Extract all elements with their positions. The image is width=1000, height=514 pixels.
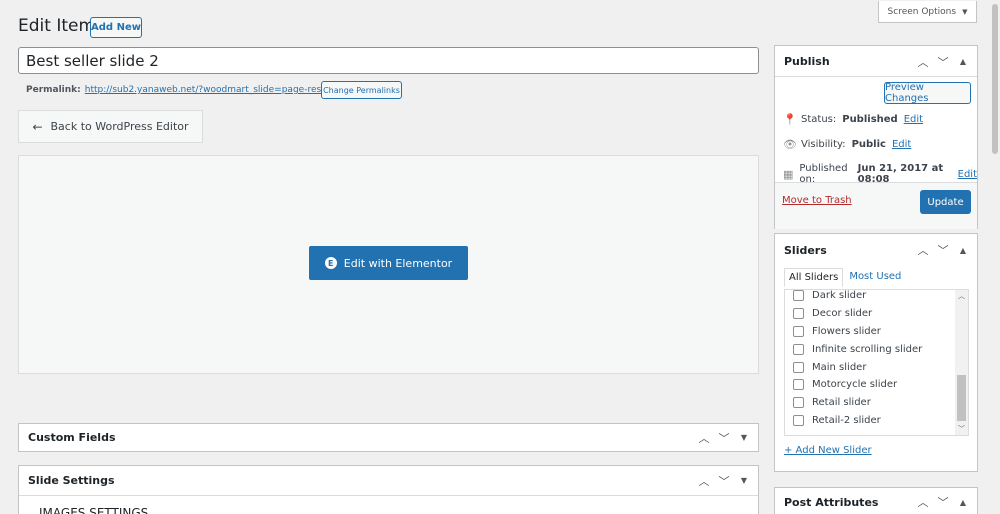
add-new-slider-link[interactable]: + Add New Slider	[784, 445, 872, 456]
toggle-panel-icon[interactable]: ▼	[738, 433, 750, 442]
slider-checkbox-item[interactable]: Infinite scrolling slider	[785, 340, 954, 358]
slider-label: Main slider	[812, 361, 867, 373]
toggle-panel-icon[interactable]: ▼	[738, 476, 750, 485]
update-button[interactable]: Update	[920, 190, 971, 214]
elementor-icon: E	[324, 257, 337, 269]
checkbox[interactable]	[793, 414, 804, 426]
visibility-row: 👁 Visibility: Public Edit	[783, 138, 911, 151]
page-title: Edit Item	[18, 16, 96, 36]
permalink-label: Permalink:	[26, 85, 81, 95]
chevron-down-icon[interactable]: ﹀	[937, 54, 949, 70]
checkbox[interactable]	[793, 379, 804, 391]
status-row: 📍 Status: Published Edit	[783, 113, 923, 126]
tab-all-sliders[interactable]: All Sliders	[784, 268, 844, 287]
slider-label: Dark slider	[812, 290, 867, 302]
slide-settings-box: Slide Settings ︿ ﹀ ▼ IMAGES SETTINGS	[18, 465, 759, 514]
scrollbar-thumb[interactable]	[957, 375, 966, 421]
chevron-up-icon[interactable]: ︿	[917, 494, 929, 510]
post-title-input[interactable]	[18, 47, 759, 74]
edit-with-elementor-button[interactable]: E Edit with Elementor	[309, 246, 468, 280]
add-new-button[interactable]: Add New	[90, 17, 142, 38]
screen-options-button[interactable]: Screen Options ▼	[878, 1, 977, 23]
published-on-edit-link[interactable]: Edit	[958, 169, 977, 180]
checkbox[interactable]	[793, 325, 804, 337]
chevron-down-icon[interactable]: ﹀	[937, 494, 949, 510]
checkbox[interactable]	[793, 290, 804, 302]
slider-label: Retail-2 slider	[812, 414, 881, 426]
slider-checkbox-item[interactable]: Retail slider	[785, 394, 954, 412]
post-attributes-title: Post Attributes	[784, 495, 879, 509]
sliders-box: Sliders ︿ ﹀ ▲ All Sliders Most Used Dark…	[774, 233, 978, 472]
visibility-label: Visibility:	[801, 139, 846, 150]
caret-down-icon: ▼	[962, 7, 968, 16]
custom-fields-title[interactable]: Custom Fields	[28, 424, 116, 451]
slider-label: Decor slider	[812, 308, 873, 320]
chevron-up-icon[interactable]: ︿	[917, 242, 929, 258]
permalink-row: Permalink: http://sub2.yanaweb.net/?wood…	[26, 82, 350, 98]
sliders-checklist: Dark slider Decor slider Flowers slider Inf…	[784, 289, 969, 436]
page-scrollbar[interactable]	[990, 0, 1000, 514]
custom-fields-box: Custom Fields ︿ ﹀ ▼	[18, 423, 759, 452]
images-settings-heading: IMAGES SETTINGS	[39, 506, 149, 514]
arrow-left-icon: ←	[32, 119, 43, 134]
checkbox[interactable]	[793, 361, 804, 373]
screen-options-label: Screen Options	[887, 6, 957, 17]
slider-label: Retail slider	[812, 397, 871, 409]
edit-with-elementor-label: Edit with Elementor	[343, 256, 453, 270]
chevron-down-icon[interactable]: ﹀	[937, 242, 949, 258]
toggle-panel-icon[interactable]: ▲	[957, 57, 969, 66]
eye-icon: 👁	[783, 138, 797, 151]
status-label: Status:	[801, 114, 837, 125]
chevron-down-icon[interactable]: ﹀	[718, 430, 730, 446]
visibility-edit-link[interactable]: Edit	[892, 139, 911, 150]
pin-icon: 📍	[783, 113, 797, 126]
chevron-up-icon[interactable]: ︿	[698, 473, 710, 489]
calendar-icon: ▦	[783, 167, 794, 181]
slider-checkbox-item[interactable]: Flowers slider	[785, 323, 954, 341]
checkbox[interactable]	[793, 343, 804, 355]
page-scrollbar-thumb[interactable]	[992, 4, 998, 154]
preview-changes-button[interactable]: Preview Changes	[884, 82, 971, 104]
slide-settings-title[interactable]: Slide Settings	[28, 466, 115, 495]
slider-label: Flowers slider	[812, 325, 881, 337]
toggle-panel-icon[interactable]: ▲	[957, 246, 969, 255]
status-value: Published	[842, 114, 898, 125]
status-edit-link[interactable]: Edit	[904, 114, 923, 125]
slider-checkbox-item[interactable]: Retail-2 slider	[785, 412, 954, 430]
publish-box: Publish ︿ ﹀ ▲ Preview Changes 📍 Status: …	[774, 45, 978, 229]
back-to-editor-button[interactable]: ← Back to WordPress Editor	[18, 110, 203, 143]
checkbox[interactable]	[793, 308, 804, 320]
visibility-value: Public	[851, 139, 886, 150]
chevron-down-icon[interactable]: ﹀	[718, 473, 730, 489]
tab-most-used[interactable]: Most Used	[843, 268, 907, 287]
slider-checkbox-item[interactable]: Decor slider	[785, 305, 954, 323]
change-permalinks-button[interactable]: Change Permalinks	[321, 81, 402, 99]
scrollbar[interactable]: ︿ ﹀	[955, 290, 968, 435]
slider-checkbox-item[interactable]: Dark slider	[785, 290, 954, 305]
slider-label: Motorcycle slider	[812, 379, 898, 391]
chevron-up-icon[interactable]: ︿	[698, 430, 710, 446]
chevron-up-icon[interactable]: ︿	[917, 54, 929, 70]
slider-checkbox-item[interactable]: Main slider	[785, 358, 954, 376]
back-to-editor-label: Back to WordPress Editor	[50, 120, 189, 133]
publish-title: Publish	[784, 54, 830, 68]
scroll-up-icon[interactable]: ︿	[955, 290, 968, 302]
checkbox[interactable]	[793, 397, 804, 409]
sliders-title: Sliders	[784, 243, 827, 257]
slider-checkbox-item[interactable]: Motorcycle slider	[785, 376, 954, 394]
permalink-link[interactable]: http://sub2.yanaweb.net/?woodmart_slide=…	[85, 85, 350, 95]
slider-label: Infinite scrolling slider	[812, 343, 923, 355]
scroll-down-icon[interactable]: ﹀	[955, 423, 968, 435]
post-attributes-box: Post Attributes ︿ ﹀ ▲	[774, 487, 978, 514]
move-to-trash-link[interactable]: Move to Trash	[782, 195, 852, 206]
toggle-panel-icon[interactable]: ▲	[957, 498, 969, 507]
